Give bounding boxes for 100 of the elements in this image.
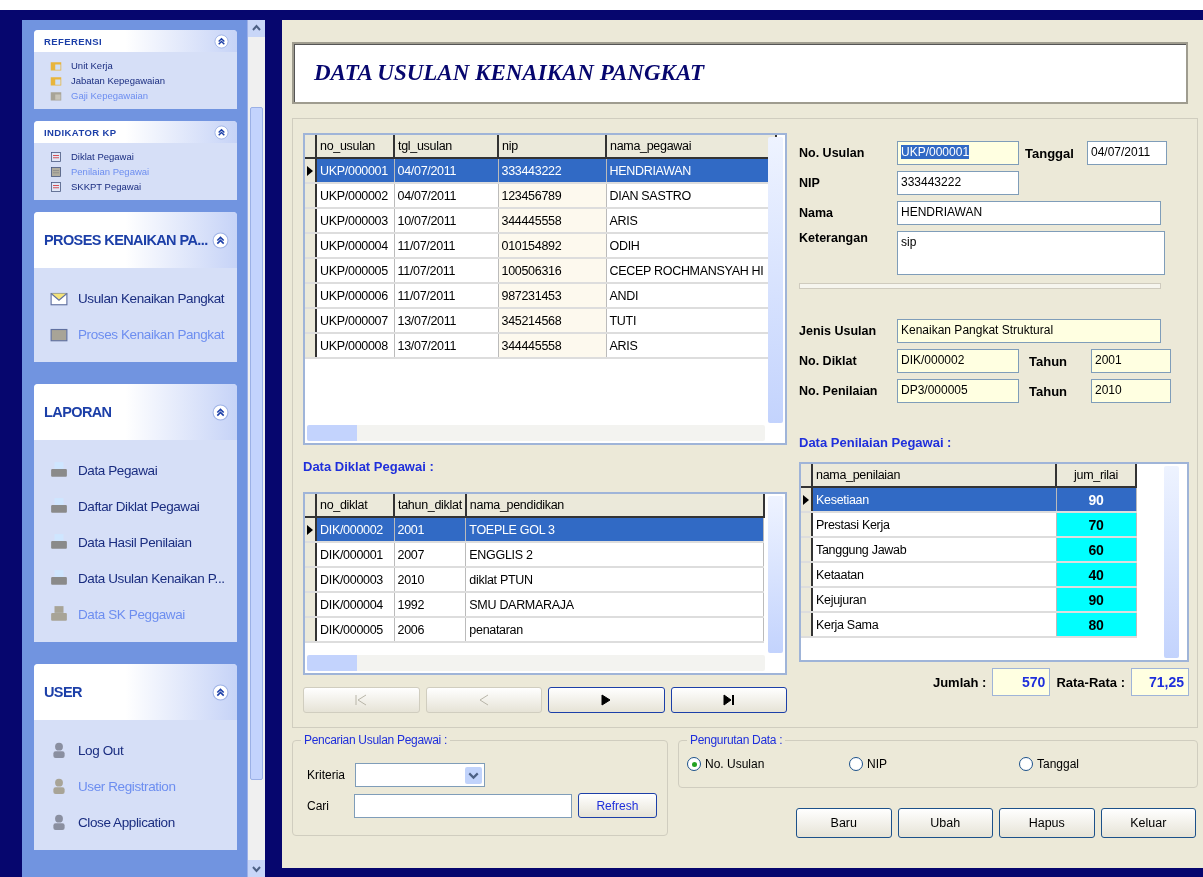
sidebar-item[interactable]: Daftar Diklat Pegawai xyxy=(78,498,200,514)
input-field[interactable]: 2001 xyxy=(1091,349,1171,373)
sidebar-item[interactable]: Data Pegawai xyxy=(78,462,158,478)
column-header[interactable]: jum_rilai xyxy=(1056,464,1136,487)
radio-button[interactable] xyxy=(687,757,701,771)
table-cell: 010154892 xyxy=(498,233,606,258)
section-heading: Data Penilaian Pegawai : xyxy=(799,435,953,450)
input-field[interactable]: 333443222 xyxy=(897,171,1019,195)
collapse-icon[interactable] xyxy=(212,683,229,701)
radio-button[interactable] xyxy=(849,757,863,771)
refresh-button[interactable]: Refresh xyxy=(577,793,657,818)
radio-label[interactable]: Tanggal xyxy=(1037,757,1080,771)
action-button[interactable]: Ubah xyxy=(897,808,993,838)
criteria-dropdown[interactable] xyxy=(355,763,485,787)
radio-button[interactable] xyxy=(1019,757,1033,771)
column-header[interactable]: tahun_diklat xyxy=(394,494,466,517)
next-record-button[interactable] xyxy=(548,687,665,713)
text-area[interactable]: sip xyxy=(897,231,1165,275)
input-field[interactable]: 2010 xyxy=(1091,379,1171,403)
radio-label[interactable]: No. Usulan xyxy=(705,757,765,771)
data-grid[interactable]: no_diklat tahun_diklat nama_pendidikan DIK/000002 2001 TOEPLE GOL 3 DIK/000001 2007 ENGGLIS 2 DIK/000003 2010 diklat PTUN DIK/000004 1992 SMU DARMARAJA DIK/000005 2006 penataran xyxy=(303,492,787,675)
sidebar-item[interactable]: Jabatan Kepegawaian xyxy=(71,75,166,86)
scrollbar[interactable] xyxy=(307,655,765,671)
group-header[interactable]: USER xyxy=(34,664,237,720)
group-header[interactable]: PROSES KENAIKAN PA... xyxy=(34,212,237,268)
scroll-down-icon[interactable] xyxy=(248,860,265,877)
field-label: Tahun xyxy=(1028,383,1069,399)
table-cell: ENGGLIS 2 xyxy=(465,542,764,567)
table-cell: 90 xyxy=(1056,587,1136,612)
scrollbar[interactable] xyxy=(247,20,265,877)
sidebar-item[interactable]: Log Out xyxy=(78,742,124,758)
scrollbar[interactable] xyxy=(1164,466,1179,658)
column-header[interactable]: no_usulan xyxy=(316,135,394,158)
collapse-icon[interactable] xyxy=(214,124,229,140)
column-header[interactable]: tgl_usulan xyxy=(394,135,498,158)
table-cell: 2007 xyxy=(394,542,466,567)
table-cell: 10/07/2011 xyxy=(394,208,498,233)
field-label: Keterangan xyxy=(799,231,869,245)
table-cell: UKP/000008 xyxy=(316,333,394,358)
form-title: DATA USULAN KENAIKAN PANGKAT xyxy=(314,60,705,86)
sidebar-item[interactable]: Usulan Kenaikan Pangkat xyxy=(78,290,225,306)
input-field[interactable]: Kenaikan Pangkat Struktural xyxy=(897,319,1161,343)
column-header[interactable]: nama_pegawai xyxy=(606,135,776,158)
field-label: No. Usulan xyxy=(799,146,866,160)
scroll-up-icon[interactable] xyxy=(248,20,265,37)
total-label: Jumlah : xyxy=(932,674,987,690)
column-header[interactable]: nip xyxy=(498,135,606,158)
sidebar-item[interactable]: Close Application xyxy=(78,814,175,830)
row-pointer-icon xyxy=(306,165,314,176)
field-label: No. Diklat xyxy=(799,354,858,368)
radio-label[interactable]: NIP xyxy=(867,757,887,771)
column-header[interactable]: no_diklat xyxy=(316,494,394,517)
table-cell: Tanggung Jawab xyxy=(812,537,1056,562)
table-cell: 04/07/2011 xyxy=(394,158,498,183)
group-legend: Pencarian Usulan Pegawai : xyxy=(301,733,450,747)
skip-icon xyxy=(354,694,369,706)
search-field[interactable] xyxy=(354,793,572,818)
sidebar-item[interactable]: Data Hasil Penilaian xyxy=(78,534,192,550)
input-field[interactable]: DIK/000002 xyxy=(897,349,1019,373)
column-header[interactable]: nama_pendidikan xyxy=(465,494,764,517)
column-header[interactable]: nama_penilaian xyxy=(812,464,1056,487)
group-title: PROSES KENAIKAN PA... xyxy=(44,232,208,248)
sidebar-item[interactable]: Diklat Pegawai xyxy=(71,151,134,162)
last-record-button[interactable] xyxy=(670,687,787,713)
action-button[interactable]: Keluar xyxy=(1100,808,1196,838)
table-cell: 333443222 xyxy=(498,158,606,183)
input-field[interactable]: UKP/000001 xyxy=(897,141,1019,165)
sidebar-item[interactable]: Unit Kerja xyxy=(71,60,113,71)
scrollbar[interactable] xyxy=(768,496,783,653)
input-field[interactable]: 04/07/2011 xyxy=(1087,141,1167,165)
table-cell: Kesetiaan xyxy=(812,487,1056,512)
table-cell: 100506316 xyxy=(498,258,606,283)
group-header[interactable]: LAPORAN xyxy=(34,384,237,440)
group-header[interactable]: REFERENSI xyxy=(34,30,237,52)
sidebar-item[interactable]: SKKPT Pegawai xyxy=(71,181,142,192)
group-header[interactable]: INDIKATOR KP xyxy=(34,121,237,143)
sidebar-item[interactable]: Data Usulan Kenaikan P... xyxy=(78,570,225,586)
data-grid[interactable] xyxy=(303,133,787,445)
table-cell: 11/07/2011 xyxy=(394,283,498,308)
collapse-icon[interactable] xyxy=(212,231,229,249)
group-title: LAPORAN xyxy=(44,404,112,420)
table-cell: 11/07/2011 xyxy=(394,258,498,283)
collapse-icon[interactable] xyxy=(212,403,229,421)
scrollbar[interactable] xyxy=(307,425,765,441)
table-cell: Prestasi Kerja xyxy=(812,512,1056,537)
table-cell: 60 xyxy=(1056,537,1136,562)
collapse-icon[interactable] xyxy=(214,33,229,49)
section-heading: Data Diklat Pegawai : xyxy=(303,459,435,474)
table-cell: 2010 xyxy=(394,567,466,592)
field-label: No. Penilaian xyxy=(799,384,879,398)
table-cell: UKP/000007 xyxy=(316,308,394,333)
action-button[interactable]: Hapus xyxy=(999,808,1095,838)
input-field[interactable]: DP3/000005 xyxy=(897,379,1019,403)
action-button[interactable]: Baru xyxy=(796,808,892,838)
scrollbar[interactable] xyxy=(768,137,783,423)
data-grid[interactable]: nama_penilaian jum_rilai Kesetiaan 90 Prestasi Kerja 70 Tanggung Jawab 60 Ketaatan 40 Kejujuran 90 Kerja Sama 80 xyxy=(799,462,1189,662)
field-label: Tahun xyxy=(1028,353,1069,369)
table-cell: 345214568 xyxy=(498,308,606,333)
table-cell: 2006 xyxy=(394,617,466,642)
input-field[interactable]: HENDRIAWAN xyxy=(897,201,1161,225)
